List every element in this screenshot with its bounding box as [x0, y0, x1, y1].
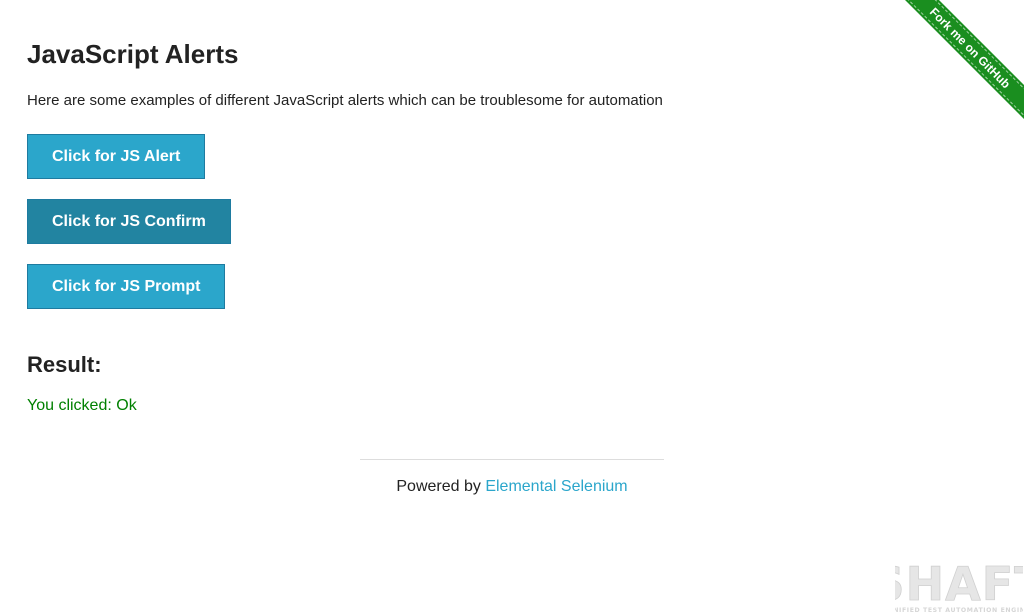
svg-text:UNIFIED TEST AUTOMATION ENGINE: UNIFIED TEST AUTOMATION ENGINE [895, 607, 1023, 614]
intro-text: Here are some examples of different Java… [27, 92, 663, 109]
page-title: JavaScript Alerts [27, 39, 239, 69]
svg-text:SHAFT: SHAFT [895, 557, 1023, 611]
powered-by-label: Powered by [396, 478, 481, 495]
footer: Powered by Elemental Selenium [360, 477, 664, 496]
shaft-logo-graphic: SHAFT UNIFIED TEST AUTOMATION ENGINE [895, 557, 1023, 614]
js-alert-button[interactable]: Click for JS Alert [27, 134, 205, 179]
elemental-selenium-link[interactable]: Elemental Selenium [485, 478, 627, 495]
page: JavaScript Alerts Here are some examples… [0, 0, 1024, 614]
js-prompt-button[interactable]: Click for JS Prompt [27, 264, 225, 309]
github-ribbon-container: Fork me on GitHub [874, 0, 1024, 150]
footer-divider [360, 459, 664, 460]
js-confirm-button[interactable]: Click for JS Confirm [27, 199, 231, 244]
fork-me-on-github-ribbon[interactable]: Fork me on GitHub [892, 0, 1024, 126]
result-text: You clicked: Ok [27, 397, 137, 414]
result-heading: Result: [27, 352, 102, 377]
shaft-logo: SHAFT UNIFIED TEST AUTOMATION ENGINE [895, 556, 1023, 614]
